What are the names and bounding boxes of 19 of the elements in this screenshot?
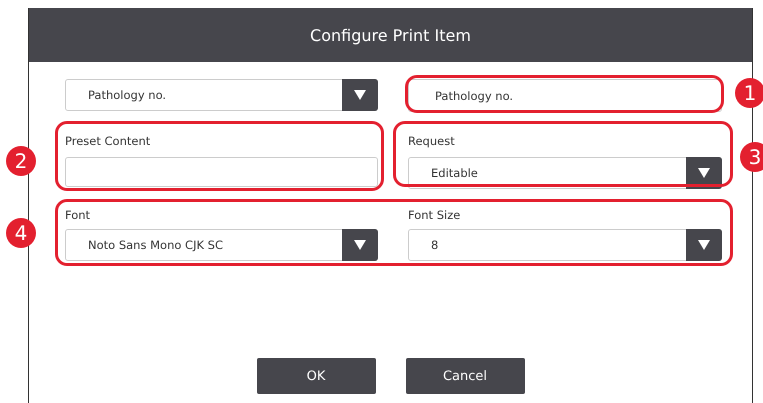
field-label: Font [65, 207, 92, 224]
caret-icon [698, 168, 710, 178]
cancel-button[interactable]: Cancel [406, 358, 524, 394]
dropdown[interactable]: Noto Sans Mono CJK SC [65, 229, 378, 261]
field-label: Preset Content [65, 133, 152, 150]
dialog-title: Configure Print Item [29, 8, 752, 62]
caret-icon [354, 90, 366, 100]
caret-icon [354, 240, 366, 250]
field-label: Font Size [408, 207, 462, 224]
dropdown[interactable]: Pathology no. [65, 79, 378, 111]
field-label: Request [408, 133, 456, 150]
callout-number: 4 [6, 218, 36, 248]
dropdown[interactable]: Editable [408, 157, 722, 189]
input-field[interactable]: Pathology no. [408, 79, 722, 112]
ok-button[interactable]: OK [256, 358, 376, 394]
caret-icon [698, 240, 710, 250]
dropdown[interactable]: 8 [408, 229, 722, 261]
input-field[interactable] [65, 157, 378, 187]
callout-number: 2 [6, 146, 36, 176]
